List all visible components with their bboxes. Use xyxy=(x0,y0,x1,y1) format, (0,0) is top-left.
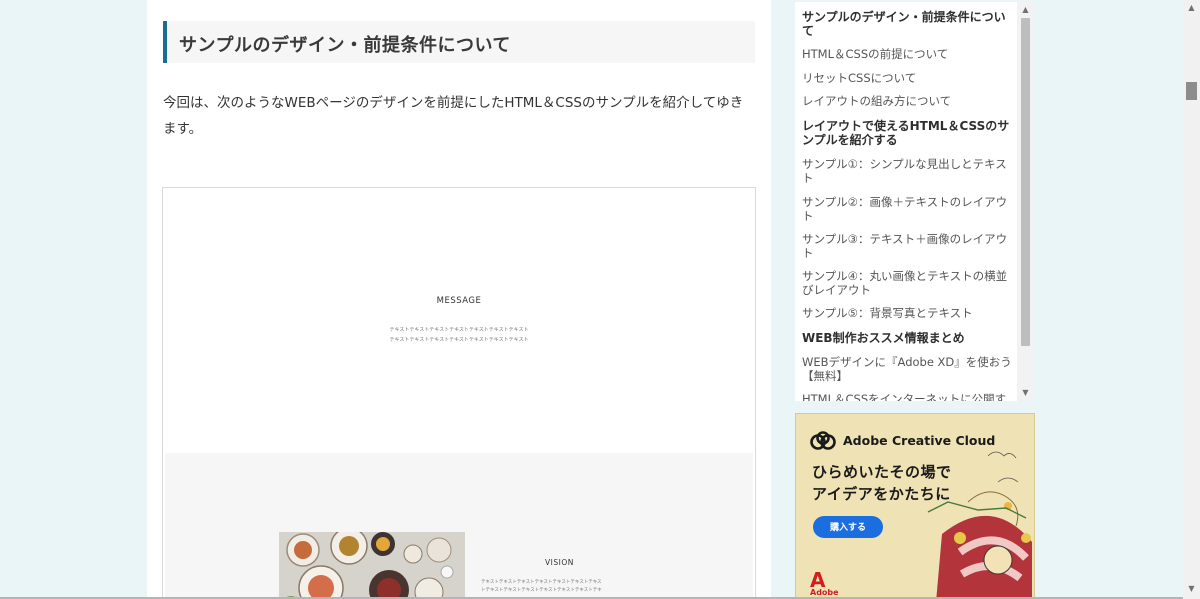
toc-scrollbar-thumb[interactable] xyxy=(1021,18,1030,346)
preview-message-line: テキストテキストテキストテキストテキストテキストテキスト xyxy=(389,327,529,333)
design-preview-image: MESSAGE テキストテキストテキストテキストテキストテキストテキスト テキス… xyxy=(162,187,756,599)
preview-vision-line: テキストテキストテキストテキストテキストテキストテキス xyxy=(481,580,602,585)
section-heading: サンプルのデザイン・前提条件について xyxy=(163,21,755,63)
page-scrollbar-thumb[interactable] xyxy=(1186,82,1197,100)
buy-button[interactable]: 購入する xyxy=(813,516,883,538)
toc-item[interactable]: レイアウトの組み方について xyxy=(802,94,1012,108)
preview-vision-title: VISION xyxy=(545,558,574,567)
page-scrollbar[interactable]: ▲ ▼ xyxy=(1183,0,1200,599)
preview-message-line: テキストテキストテキストテキストテキストテキストテキスト xyxy=(389,337,529,343)
toc-item[interactable]: HTML＆CSSをインターネットに公開する xyxy=(802,392,1012,401)
table-of-contents: サンプルのデザイン・前提条件について HTML＆CSSの前提について リセットC… xyxy=(795,2,1034,401)
toc-heading[interactable]: WEB制作おススメ情報まとめ xyxy=(802,331,1012,345)
toc-list: サンプルのデザイン・前提条件について HTML＆CSSの前提について リセットC… xyxy=(795,2,1017,401)
toc-item[interactable]: リセットCSSについて xyxy=(802,71,1012,85)
page-scroll-down-icon[interactable]: ▼ xyxy=(1183,584,1200,593)
scroll-up-arrow-icon[interactable]: ▲ xyxy=(1017,5,1034,14)
article-card: サンプルのデザイン・前提条件について 今回は、次のようなWEBページのデザインを… xyxy=(147,0,771,599)
toc-item[interactable]: サンプル③：テキスト＋画像のレイアウト xyxy=(802,232,1012,260)
page-scroll-up-icon[interactable]: ▲ xyxy=(1183,3,1200,12)
preview-food-photo xyxy=(279,532,465,599)
toc-heading[interactable]: レイアウトで使えるHTML＆CSSのサンプルを紹介する xyxy=(802,119,1012,147)
toc-item[interactable]: サンプル④：丸い画像とテキストの横並びレイアウト xyxy=(802,269,1012,297)
toc-scrollbar[interactable]: ▲ ▼ xyxy=(1017,2,1034,401)
toc-item[interactable]: サンプル②：画像＋テキストのレイアウト xyxy=(802,195,1012,223)
preview-vision-line: トテキストテキストテキストテキストテキストテキストテキ xyxy=(481,588,602,593)
toc-item[interactable]: WEBデザインに『Adobe XD』を使おう【無料】 xyxy=(802,355,1012,383)
preview-message-title: MESSAGE xyxy=(436,296,482,306)
ad-illustration xyxy=(927,451,1032,598)
adobe-ad-banner[interactable]: Adobe Creative Cloud ひらめいたその場で アイデアをかたちに… xyxy=(795,413,1035,599)
creative-cloud-logo-icon xyxy=(810,431,836,450)
adobe-logo-text: Adobe xyxy=(810,588,839,597)
toc-item[interactable]: サンプル①：シンプルな見出しとテキスト xyxy=(802,157,1012,185)
toc-item[interactable]: HTML＆CSSの前提について xyxy=(802,47,1012,61)
section-heading-text: サンプルのデザイン・前提条件について xyxy=(179,35,511,56)
article-paragraph: 今回は、次のようなWEBページのデザインを前提にしたHTML＆CSSのサンプルを… xyxy=(163,95,744,137)
scroll-down-arrow-icon[interactable]: ▼ xyxy=(1017,388,1034,397)
toc-heading[interactable]: サンプルのデザイン・前提条件について xyxy=(802,10,1012,38)
toc-item[interactable]: サンプル⑤：背景写真とテキスト xyxy=(802,306,1012,320)
